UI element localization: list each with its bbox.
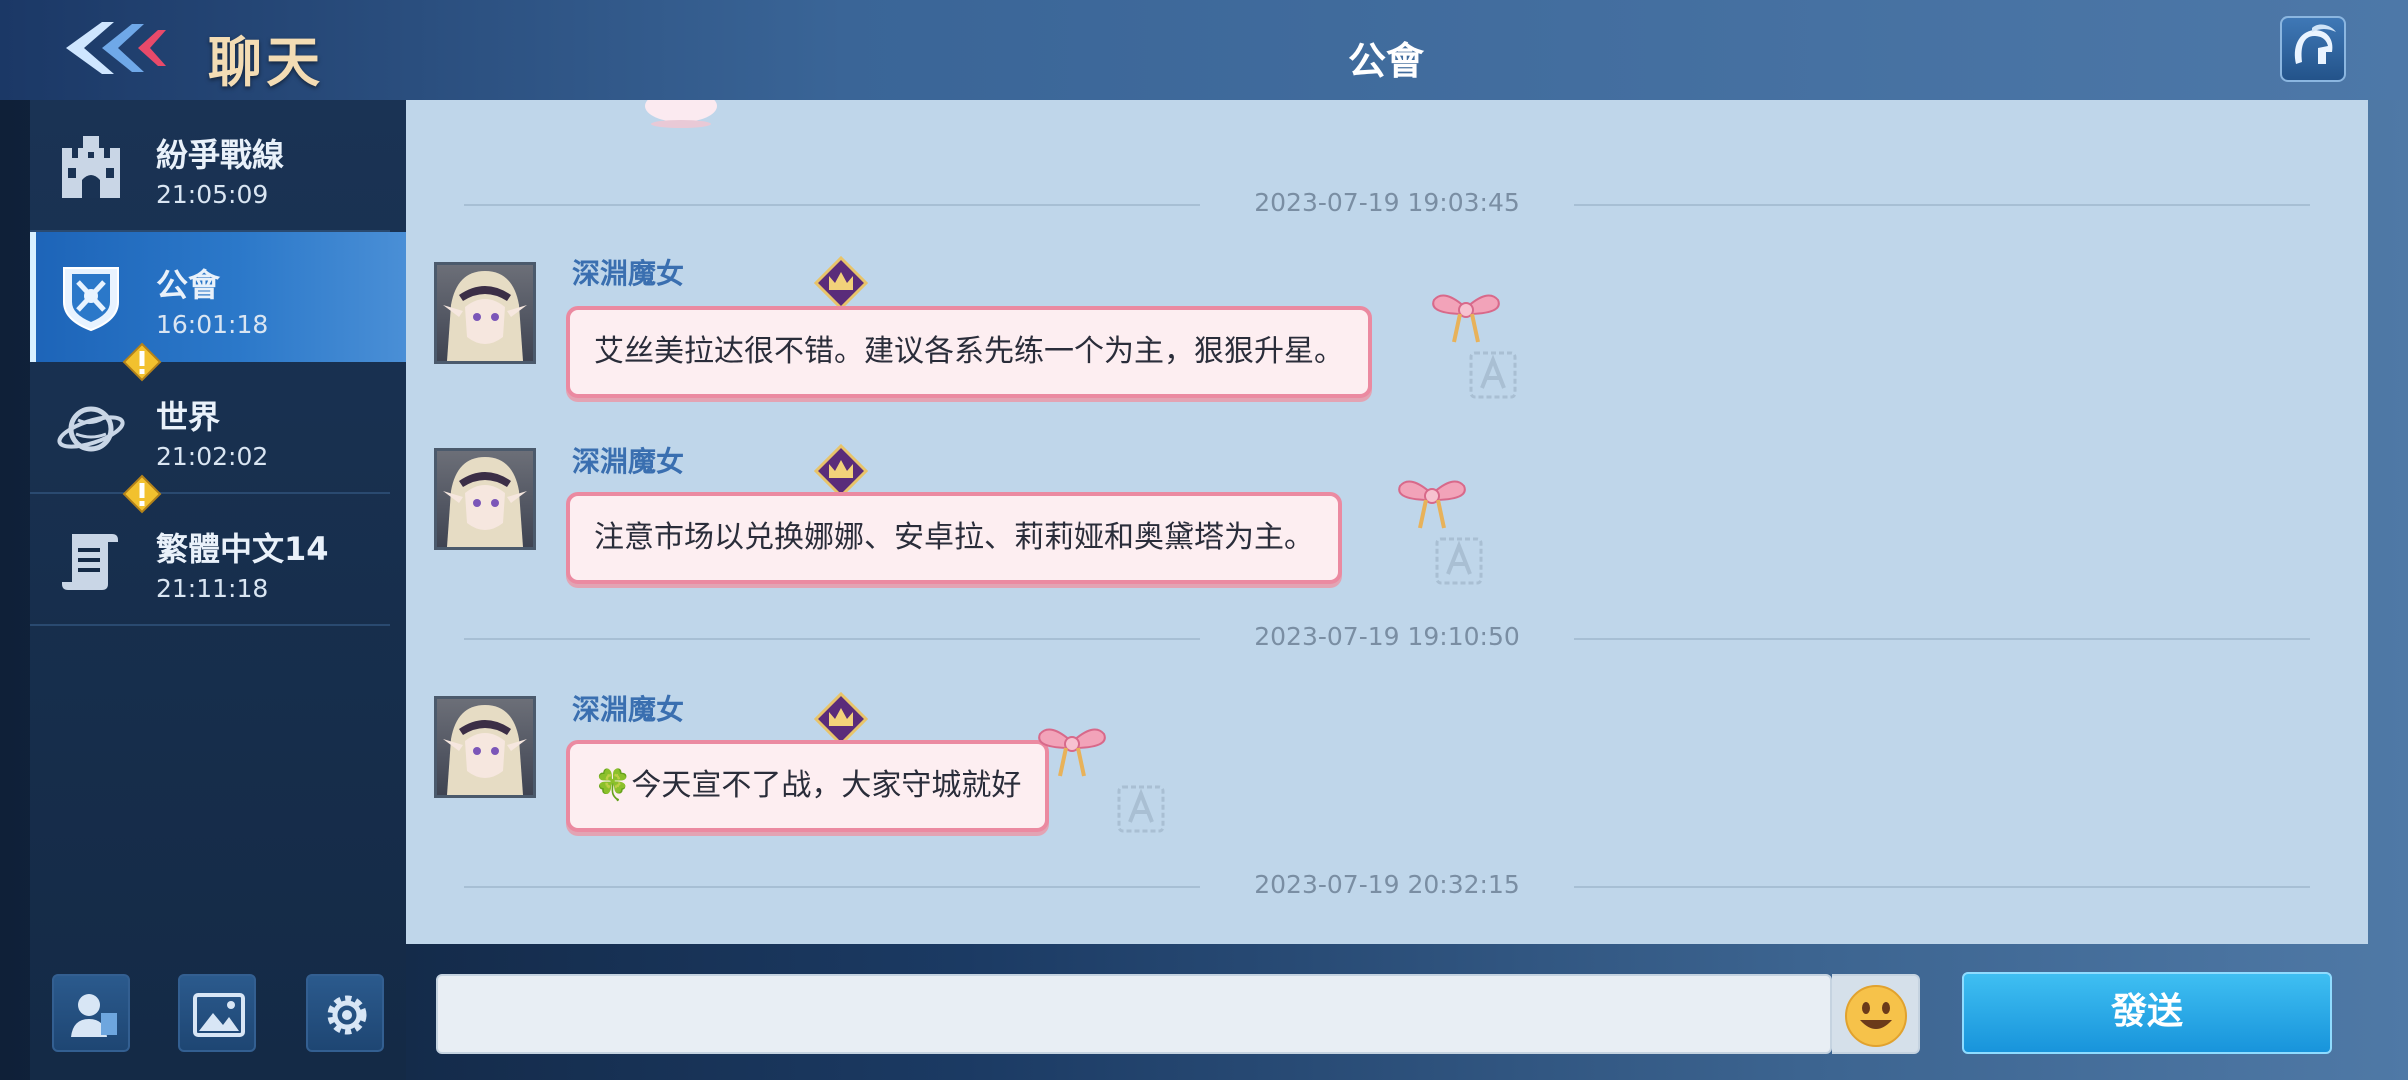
message-bubble[interactable]: 🍀今天宣不了战，大家守城就好 [566, 740, 1050, 832]
avatar[interactable] [434, 262, 536, 364]
sidebar-item-label: 紛爭戰線 [156, 136, 285, 174]
sender-name[interactable]: 深淵魔女 [572, 440, 684, 480]
sender-name[interactable]: 深淵魔女 [572, 252, 684, 292]
message-input[interactable] [436, 974, 1832, 1054]
sidebar-item-label: 公會 [156, 266, 221, 304]
ribbon-bow-icon [1432, 294, 1500, 343]
translate-icon[interactable] [1434, 536, 1484, 586]
back-button[interactable] [62, 16, 172, 80]
sidebar-item-world[interactable]: 世界 21:02:02 [30, 342, 406, 494]
settings-button[interactable] [306, 974, 384, 1052]
helmet-button[interactable] [2280, 16, 2346, 82]
sidebar-item-time: 21:05:09 [156, 180, 269, 209]
avatar[interactable] [434, 448, 536, 550]
translate-icon[interactable] [1116, 784, 1166, 834]
crown-badge-icon [814, 692, 868, 746]
scroll-icon [62, 534, 118, 590]
crown-badge-icon [814, 444, 868, 498]
timestamp-divider: 2023-07-19 19:10:50 [464, 622, 2310, 656]
sender-name[interactable]: 深淵魔女 [572, 688, 684, 728]
sticker-image [645, 100, 717, 128]
message-bubble[interactable]: 注意市场以兑换娜娜、安卓拉、莉莉娅和奥黛塔为主。 [566, 492, 1342, 584]
sidebar-item-dispute-front[interactable]: 紛爭戰線 21:05:09 [30, 102, 406, 232]
divider [30, 624, 390, 626]
image-button[interactable] [178, 974, 256, 1052]
message-bubble[interactable]: 艾丝美拉达很不错。建议各系先练一个为主，狠狠升星。 [566, 306, 1372, 398]
timestamp: 2023-07-19 19:10:50 [1254, 622, 1520, 651]
alert-icon [122, 342, 162, 382]
profile-icon [71, 994, 117, 1037]
emoji-button[interactable] [1832, 974, 1920, 1054]
crown-badge-icon [814, 256, 868, 310]
channel-sidebar: 紛爭戰線 21:05:09 公會 16:01:18 世界 21:02:02 繁體… [30, 100, 406, 1080]
timestamp-divider: 2023-07-19 20:32:15 [464, 870, 2310, 904]
timestamp: 2023-07-19 19:03:45 [1254, 188, 1520, 217]
top-bar: 聊天 公會 [0, 0, 2408, 100]
timestamp: 2023-07-19 20:32:15 [1254, 870, 1520, 899]
sidebar-item-label: 繁體中文14 [156, 530, 329, 568]
planet-icon [57, 406, 125, 452]
translate-icon[interactable] [1468, 350, 1518, 400]
back-arrow-icon [66, 22, 166, 74]
sidebar-item-guild[interactable]: 公會 16:01:18 [30, 232, 406, 362]
witch-avatar-icon [443, 705, 527, 795]
ribbon-bow-icon [1038, 728, 1106, 777]
divider [30, 492, 390, 494]
avatar[interactable] [434, 696, 536, 798]
sidebar-item-time: 21:11:18 [156, 574, 269, 603]
timestamp-divider: 2023-07-19 19:03:45 [464, 188, 2310, 222]
sidebar-item-label: 世界 [156, 398, 221, 436]
sidebar-item-time: 21:02:02 [156, 442, 269, 471]
sidebar-item-traditional-chinese-14[interactable]: 繁體中文14 21:11:18 [30, 474, 406, 626]
ribbon-bow-icon [1398, 480, 1466, 529]
channel-title: 公會 [1347, 39, 1424, 83]
sidebar-item-time: 16:01:18 [156, 310, 269, 339]
chat-message-area[interactable]: 2023-07-19 19:03:45 深淵魔女 艾丝美拉达很不错。建议各系先练… [406, 100, 2368, 944]
witch-avatar-icon [443, 271, 527, 361]
alert-icon [122, 474, 162, 514]
image-icon [193, 993, 245, 1037]
send-button[interactable]: 發送 [1962, 972, 2332, 1054]
gear-icon [327, 995, 367, 1035]
guild-shield-icon [63, 267, 119, 332]
spartan-helmet-icon [2294, 24, 2336, 64]
witch-avatar-icon [443, 457, 527, 547]
castle-icon [62, 136, 120, 198]
profile-button[interactable] [52, 974, 130, 1052]
app-title: 聊天 [208, 31, 324, 94]
smiley-icon [1845, 985, 1907, 1047]
